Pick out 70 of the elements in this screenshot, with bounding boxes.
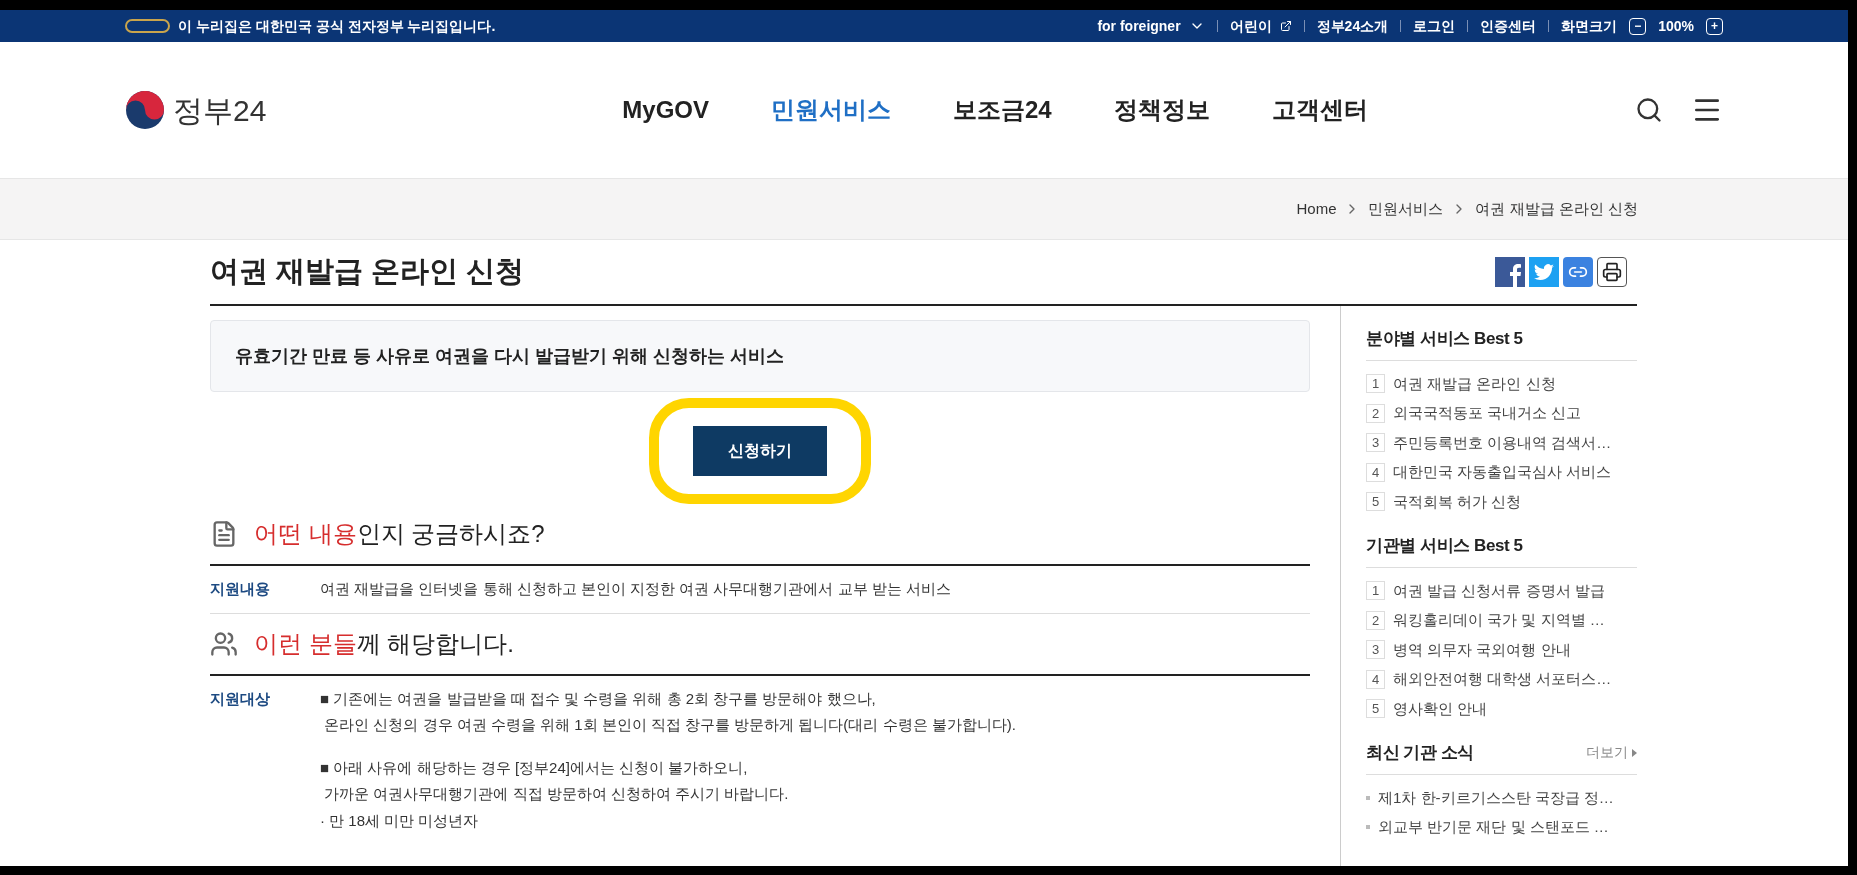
breadcrumb-link[interactable]: 여권 재발급 온라인 신청 (1475, 197, 1638, 221)
bullet-icon (1366, 795, 1370, 800)
utility-link[interactable]: 어린이 (1229, 15, 1292, 37)
utility-link[interactable]: for foreigner (1097, 15, 1205, 37)
nav-tab[interactable]: 민원서비스 (771, 92, 891, 128)
bullet-icon (1366, 825, 1370, 830)
body-text: 온라인 신청의 경우 여권 수령을 위해 1회 본인이 직접 창구를 방문하게 됩니다(대리 수령은 불가합니다). (323, 715, 1016, 735)
share-icon[interactable] (1495, 257, 1525, 287)
rank-number: 2 (1366, 610, 1385, 630)
nav-tab[interactable]: MyGOV (622, 92, 709, 128)
print-icon[interactable] (1597, 257, 1627, 287)
sidebar-item[interactable]: 4 해외안전여행 대학생 서포터스… (1366, 668, 1637, 691)
bird-icon[interactable] (1529, 257, 1559, 287)
zoom-value: 100% (1658, 16, 1694, 36)
zoom-label: 화면크기 (1561, 16, 1618, 36)
field-label: 지원대상 (210, 688, 271, 709)
rank-number: 4 (1366, 462, 1385, 482)
field-label: 지원내용 (210, 579, 271, 599)
sidebar-item[interactable]: 2 워킹홀리데이 국가 및 지역별 … (1366, 609, 1637, 632)
breadcrumb-link[interactable]: 민원서비스 (1368, 197, 1444, 221)
external-link-icon (1279, 20, 1292, 32)
rank-number: 1 (1366, 374, 1385, 394)
sidebar-item[interactable]: 제1차 한-키르기스스탄 국장급 정… (1366, 786, 1637, 809)
summary-text: 유효기간 만료 등 사유로 여권을 다시 발급받기 위해 신청하는 서비스 (235, 344, 784, 368)
more-link[interactable]: 더보기 (1586, 742, 1637, 764)
rank-number: 4 (1366, 669, 1385, 689)
rank-number: 1 (1366, 581, 1385, 601)
caret-icon (1632, 748, 1637, 757)
zoom-out-button[interactable]: − (1629, 17, 1647, 35)
body-text: 가까운 여권사무대행기관에 직접 방문하여 신청하여 주시기 바랍니다. (323, 784, 790, 804)
sidebar-item[interactable]: 3 주민등록번호 이용내역 검색서… (1366, 431, 1637, 454)
logo-icon (125, 90, 165, 130)
sidebar-item[interactable]: 5 영사확인 안내 (1366, 697, 1637, 720)
body-text: · 만 18세 미만 미성년자 (320, 810, 480, 831)
sidebar-item[interactable]: 1 여권 재발급 온라인 신청 (1366, 372, 1637, 395)
sidebar-heading: 최신 기관 소식 (1366, 742, 1475, 764)
rank-number: 3 (1366, 640, 1385, 660)
sidebar-item[interactable]: 2 외국국적동포 국내거소 신고 (1366, 402, 1637, 425)
sidebar-heading: 기관별 서비스 Best 5 (1366, 535, 1523, 557)
section-heading: 이런 분들께 해당합니다. (254, 628, 514, 659)
page-title: 여권 재발급 온라인 신청 (210, 254, 525, 290)
section-heading: 어떤 내용인지 궁금하시죠? (254, 519, 545, 549)
link-icon[interactable] (1563, 257, 1593, 287)
nav-tab[interactable]: 보조금24 (953, 92, 1052, 128)
zoom-in-button[interactable]: + (1706, 17, 1723, 35)
people-icon (210, 629, 238, 658)
utility-link[interactable]: 로그인 (1413, 15, 1456, 37)
logo-text: 정부24 (173, 92, 267, 129)
nav-tab[interactable]: 정책정보 (1113, 92, 1210, 128)
sidebar-item[interactable]: 5 국적회복 허가 신청 (1366, 490, 1637, 513)
body-text: ■ 기존에는 여권을 발급받을 때 접수 및 수령을 위해 총 2회 창구를 방문해야 했으나, (320, 688, 877, 709)
gov-banner-text: 이 누리집은 대한민국 공식 전자정부 누리집입니다. (178, 16, 496, 36)
utility-link[interactable]: 인증센터 (1480, 15, 1537, 37)
breadcrumb-link[interactable]: Home (1296, 197, 1337, 221)
apply-button[interactable]: 신청하기 (693, 426, 827, 476)
rank-number: 3 (1366, 433, 1385, 453)
sidebar-item[interactable]: 1 여권 발급 신청서류 증명서 발급 (1366, 579, 1637, 602)
rank-number: 2 (1366, 403, 1385, 423)
search-icon[interactable] (1635, 96, 1663, 124)
rank-number: 5 (1366, 699, 1385, 719)
utility-link[interactable]: 정부24소개 (1316, 15, 1389, 37)
sidebar-heading: 분야별 서비스 Best 5 (1366, 328, 1523, 350)
body-text: ■ 아래 사유에 해당하는 경우 [정부24]에서는 신청이 불가하오니, (320, 757, 749, 778)
sidebar-item[interactable]: 4 대한민국 자동출입국심사 서비스 (1366, 461, 1637, 484)
sidebar-item[interactable]: 3 병역 의무자 국외여행 안내 (1366, 638, 1637, 661)
body-text: 여권 재발급을 인터넷을 통해 신청하고 본인이 지정한 여권 사무대행기관에서 교부 받는 서비스 (320, 579, 951, 599)
sidebar-item[interactable]: 외교부 반기문 재단 및 스탠포드 … (1366, 816, 1637, 839)
emblem-icon (125, 19, 170, 33)
rank-number: 5 (1366, 492, 1385, 512)
nav-tab[interactable]: 고객센터 (1271, 92, 1368, 128)
